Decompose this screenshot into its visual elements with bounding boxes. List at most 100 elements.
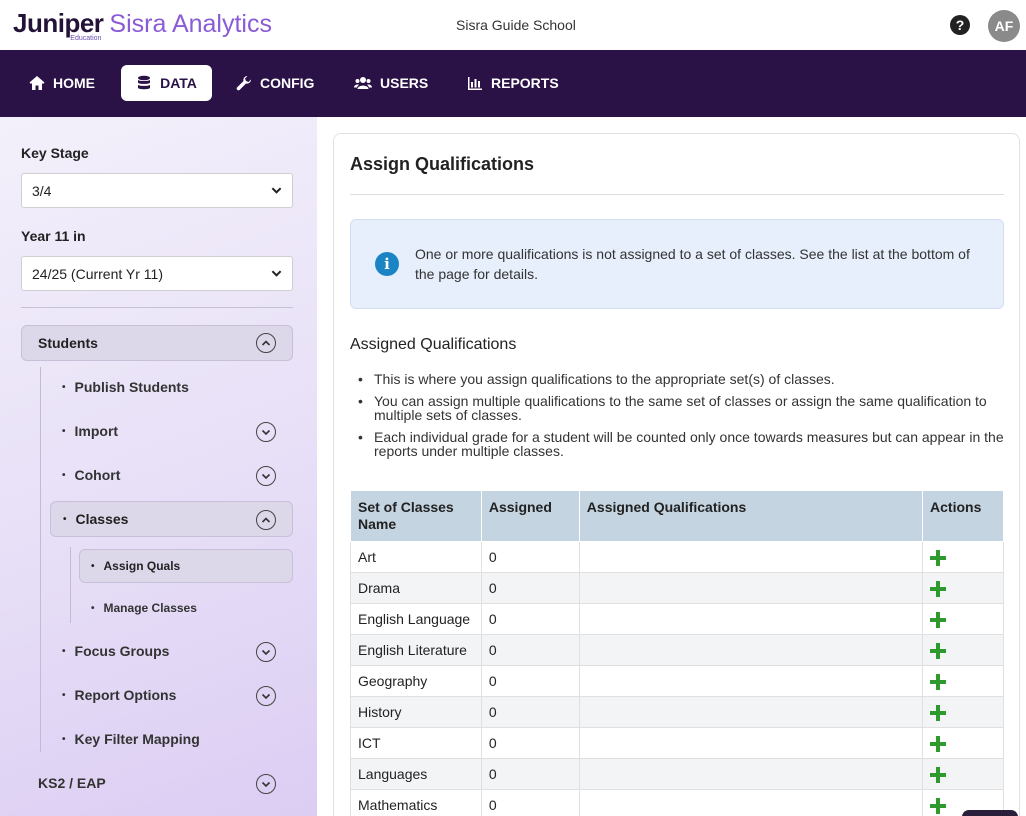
add-icon[interactable] bbox=[930, 580, 947, 597]
users-icon bbox=[354, 77, 372, 89]
chevron-up-icon[interactable] bbox=[256, 510, 276, 530]
sidebar-item-focus-groups[interactable]: • Focus Groups bbox=[62, 643, 169, 659]
sidebar-item-label: KS2 / EAP bbox=[38, 775, 106, 791]
sidebar-group-ks2-eap[interactable]: KS2 / EAP bbox=[38, 775, 106, 791]
sidebar-item-label: Import bbox=[74, 423, 119, 439]
add-icon[interactable] bbox=[930, 766, 947, 783]
section-title: Assigned Qualifications bbox=[350, 336, 517, 353]
cell-actions bbox=[922, 541, 1004, 573]
cell-assigned: 0 bbox=[480, 603, 580, 635]
bullet-item: This is where you assign qualifications … bbox=[356, 372, 1006, 386]
brand-product: Sisra Analytics bbox=[109, 10, 272, 38]
chevron-down-icon[interactable] bbox=[256, 422, 276, 442]
nav-config-label: CONFIG bbox=[260, 75, 315, 91]
add-icon[interactable] bbox=[930, 735, 947, 752]
sidebar-item-manage-classes[interactable]: • Manage Classes bbox=[91, 601, 197, 615]
add-icon[interactable] bbox=[930, 797, 947, 814]
sidebar-group-students-label: Students bbox=[38, 335, 98, 351]
sidebar-item-import[interactable]: • Import bbox=[62, 423, 118, 439]
year-select[interactable]: 24/25 (Current Yr 11) bbox=[21, 256, 293, 291]
cell-qualifications bbox=[578, 541, 924, 573]
key-stage-label: Key Stage bbox=[21, 145, 89, 161]
table-row: Art 0 bbox=[350, 541, 1004, 573]
nav-home-label: HOME bbox=[53, 75, 95, 91]
cell-assigned: 0 bbox=[480, 634, 580, 666]
cell-qualifications bbox=[578, 572, 924, 604]
nav-data[interactable]: DATA bbox=[121, 65, 212, 101]
sidebar-item-report-options[interactable]: • Report Options bbox=[62, 687, 176, 703]
add-icon[interactable] bbox=[930, 549, 947, 566]
add-icon[interactable] bbox=[930, 673, 947, 690]
tree-line bbox=[40, 367, 41, 752]
cell-actions bbox=[922, 603, 1004, 635]
sidebar-item-label: Publish Students bbox=[74, 379, 189, 395]
sidebar-item-key-filter-mapping[interactable]: • Key Filter Mapping bbox=[62, 731, 200, 747]
cell-actions bbox=[922, 696, 1004, 728]
nav-reports-label: REPORTS bbox=[491, 75, 559, 91]
home-icon bbox=[29, 76, 45, 90]
cell-actions bbox=[922, 665, 1004, 697]
cell-actions bbox=[922, 572, 1004, 604]
bar-chart-icon bbox=[468, 77, 482, 90]
avatar[interactable]: AF bbox=[988, 10, 1020, 42]
table-row: English Literature 0 bbox=[350, 634, 1004, 666]
help-icon[interactable]: ? bbox=[950, 15, 970, 35]
nav-reports[interactable]: REPORTS bbox=[457, 65, 569, 101]
bullet-item: You can assign multiple qualifications t… bbox=[356, 394, 1006, 422]
sidebar-item-label: Assign Quals bbox=[103, 559, 181, 573]
info-icon: i bbox=[375, 252, 399, 276]
cell-class-name: Languages bbox=[350, 758, 482, 790]
sidebar-item-label: Report Options bbox=[74, 687, 177, 703]
tree-line bbox=[70, 547, 71, 623]
cell-class-name: History bbox=[350, 696, 482, 728]
col-header-qualifications[interactable]: Assigned Qualifications bbox=[578, 490, 924, 542]
table-row: Languages 0 bbox=[350, 758, 1004, 790]
table-row: ICT 0 bbox=[350, 727, 1004, 759]
cell-actions bbox=[922, 634, 1004, 666]
top-header: Juniper Education Sisra Analytics Sisra G… bbox=[0, 0, 1026, 50]
qualifications-table: Set of Classes Name Assigned Assigned Qu… bbox=[350, 490, 1004, 816]
nav-users[interactable]: USERS bbox=[344, 65, 438, 101]
chevron-down-icon[interactable] bbox=[256, 686, 276, 706]
sidebar-item-publish-students[interactable]: • Publish Students bbox=[62, 379, 189, 395]
sidebar-item-label: Manage Classes bbox=[103, 601, 197, 615]
table-row: Drama 0 bbox=[350, 572, 1004, 604]
sidebar-group-students[interactable]: Students bbox=[21, 325, 293, 361]
nav-config[interactable]: CONFIG bbox=[226, 65, 324, 101]
table-header-row: Set of Classes Name Assigned Assigned Qu… bbox=[350, 490, 1004, 542]
chevron-down-icon bbox=[271, 270, 282, 277]
alert-text: One or more qualifications is not assign… bbox=[415, 246, 970, 282]
cell-assigned: 0 bbox=[480, 758, 580, 790]
add-icon[interactable] bbox=[930, 611, 947, 628]
cell-qualifications bbox=[578, 603, 924, 635]
key-stage-select[interactable]: 3/4 bbox=[21, 173, 293, 208]
chevron-up-icon[interactable] bbox=[256, 333, 276, 353]
sidebar-item-label: Key Filter Mapping bbox=[74, 731, 200, 747]
add-icon[interactable] bbox=[930, 642, 947, 659]
cell-actions bbox=[922, 727, 1004, 759]
cell-assigned: 0 bbox=[480, 572, 580, 604]
col-header-assigned[interactable]: Assigned bbox=[480, 490, 580, 542]
cell-qualifications bbox=[578, 696, 924, 728]
cell-qualifications bbox=[578, 758, 924, 790]
sidebar-group-classes-label: Classes bbox=[75, 511, 129, 527]
brand-logo[interactable]: Juniper Education Sisra Analytics bbox=[13, 8, 272, 42]
chevron-down-icon[interactable] bbox=[256, 466, 276, 486]
chevron-down-icon[interactable] bbox=[256, 774, 276, 794]
cell-class-name: Mathematics bbox=[350, 789, 482, 816]
info-alert: i One or more qualifications is not assi… bbox=[350, 219, 1004, 309]
brand-education: Education bbox=[70, 35, 102, 42]
info-bullets: This is where you assign qualifications … bbox=[356, 372, 1006, 466]
chevron-down-icon[interactable] bbox=[256, 642, 276, 662]
cell-actions bbox=[922, 758, 1004, 790]
nav-home[interactable]: HOME bbox=[19, 65, 105, 101]
add-icon[interactable] bbox=[930, 704, 947, 721]
cell-class-name: ICT bbox=[350, 727, 482, 759]
page-title: Assign Qualifications bbox=[350, 154, 535, 174]
table-row: English Language 0 bbox=[350, 603, 1004, 635]
sidebar-item-cohort[interactable]: • Cohort bbox=[62, 467, 120, 483]
database-icon bbox=[138, 75, 151, 90]
chat-widget[interactable] bbox=[962, 810, 1018, 816]
col-header-name[interactable]: Set of Classes Name bbox=[350, 490, 482, 542]
sidebar-item-assign-quals[interactable]: • Assign Quals bbox=[79, 549, 293, 583]
